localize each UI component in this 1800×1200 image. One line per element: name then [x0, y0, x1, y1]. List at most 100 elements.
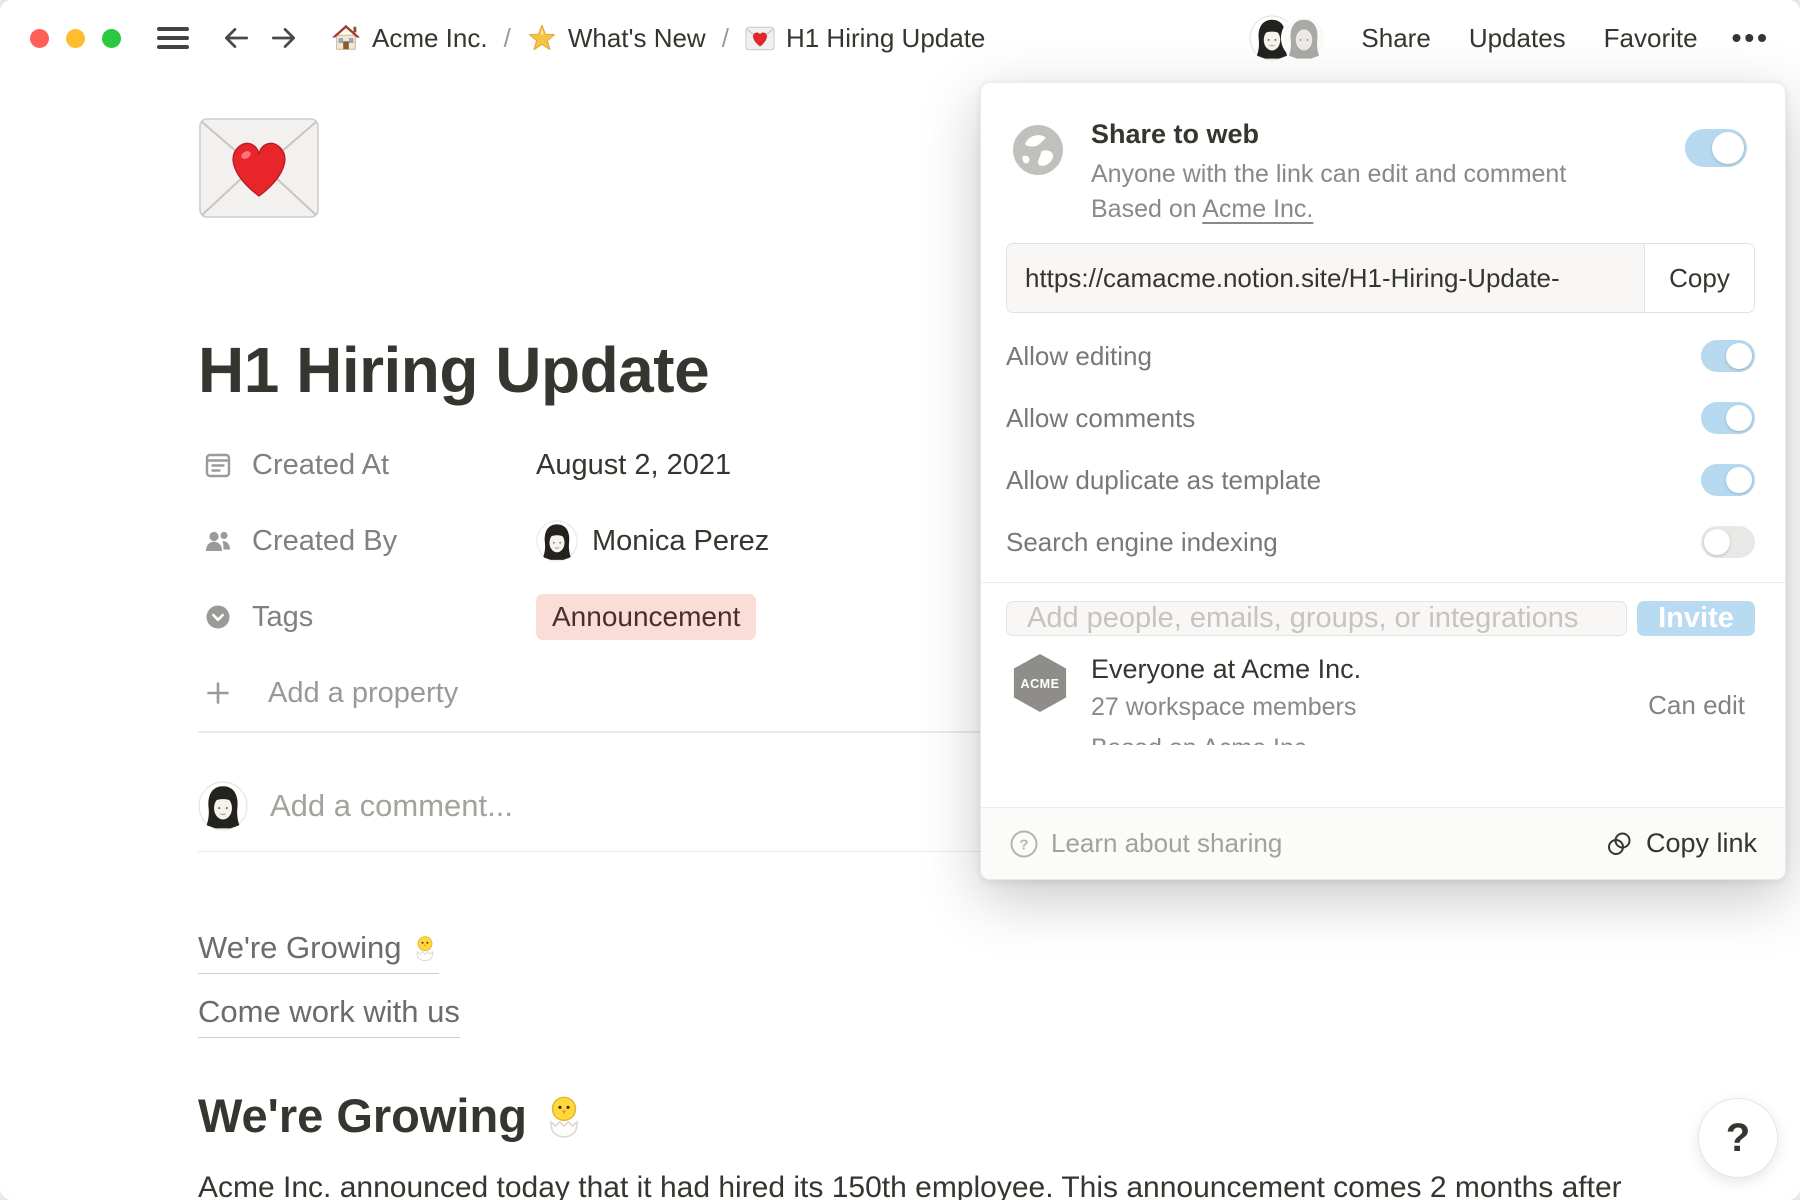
help-button[interactable]: ?	[1698, 1098, 1778, 1178]
favorite-button[interactable]: Favorite	[1604, 23, 1698, 54]
learn-about-sharing-label: Learn about sharing	[1051, 828, 1282, 859]
calendar-icon	[203, 450, 237, 480]
allow-comments-label: Allow comments	[1006, 403, 1195, 434]
breadcrumb-separator: /	[722, 23, 729, 54]
breadcrumb-label: What's New	[568, 23, 706, 54]
popover-footer: ? Learn about sharing Copy link	[981, 807, 1785, 879]
svg-text:ACME: ACME	[1021, 677, 1060, 691]
hatching-chick-icon	[541, 1093, 587, 1139]
search-indexing-row: Search engine indexing	[1006, 511, 1755, 573]
back-button[interactable]	[219, 21, 253, 55]
select-icon	[203, 602, 237, 632]
share-url-row: https://camacme.notion.site/H1-Hiring-Up…	[1006, 243, 1755, 313]
allow-duplicate-row: Allow duplicate as template	[1006, 449, 1755, 511]
page-link-come-work-with-us[interactable]: Come work with us	[198, 994, 460, 1038]
add-comment-input[interactable]: Add a comment...	[270, 788, 513, 824]
allow-editing-label: Allow editing	[1006, 341, 1152, 372]
permission-toggles: Allow editing Allow comments Allow dupli…	[1006, 325, 1755, 573]
body-paragraph[interactable]: Acme Inc. announced today that it had hi…	[198, 1167, 1660, 1200]
globe-icon	[1011, 123, 1065, 177]
page-link-label: Come work with us	[198, 994, 460, 1030]
copy-link-label: Copy link	[1646, 828, 1757, 859]
allow-duplicate-label: Allow duplicate as template	[1006, 465, 1321, 496]
share-popover: Share to web Anyone with the link can ed…	[980, 82, 1786, 880]
copy-link-icon	[1604, 829, 1634, 859]
group-members-count: 27 workspace members	[1091, 693, 1361, 722]
allow-duplicate-toggle[interactable]	[1701, 464, 1755, 496]
share-to-web-title: Share to web	[1091, 117, 1665, 151]
search-indexing-toggle[interactable]	[1701, 526, 1755, 558]
home-icon	[331, 23, 361, 53]
share-to-web-section: Share to web Anyone with the link can ed…	[981, 83, 1785, 227]
svg-text:?: ?	[1019, 836, 1028, 853]
share-to-web-subtitle: Anyone with the link can edit and commen…	[1091, 157, 1665, 192]
based-on-line: Based on Acme Inc.	[1091, 192, 1665, 227]
hatching-chick-icon	[411, 934, 439, 962]
invite-input[interactable]: Add people, emails, groups, or integrati…	[1006, 601, 1627, 636]
group-name: Everyone at Acme Inc.	[1091, 654, 1361, 685]
breadcrumb-label: Acme Inc.	[372, 23, 488, 54]
close-window-button[interactable]	[30, 29, 49, 48]
share-to-web-toggle[interactable]	[1685, 129, 1747, 167]
popover-divider	[981, 582, 1785, 583]
zoom-window-button[interactable]	[102, 29, 121, 48]
window-controls	[30, 29, 121, 48]
person-avatar	[536, 520, 578, 562]
add-property-label: Add a property	[268, 677, 458, 710]
group-permission-select[interactable]: Can edit	[1648, 690, 1745, 721]
more-options-icon[interactable]: •••	[1732, 22, 1770, 54]
learn-about-sharing-link[interactable]: ? Learn about sharing	[1009, 828, 1282, 859]
updates-button[interactable]: Updates	[1469, 23, 1566, 54]
page-icon-love-letter[interactable]	[198, 112, 320, 224]
plus-icon	[203, 678, 237, 708]
property-label: Tags	[252, 601, 536, 634]
acme-logo: ACME	[1011, 652, 1069, 714]
share-button[interactable]: Share	[1361, 23, 1430, 54]
invite-row: Add people, emails, groups, or integrati…	[1006, 601, 1755, 636]
based-on-prefix: Based on	[1091, 195, 1197, 223]
copy-url-button[interactable]: Copy	[1644, 244, 1754, 312]
property-value-date: August 2, 2021	[536, 449, 731, 482]
breadcrumb-item-whats-new[interactable]: What's New	[521, 19, 712, 58]
property-label: Created At	[252, 449, 536, 482]
allow-editing-row: Allow editing	[1006, 325, 1755, 387]
breadcrumb-item-current-page[interactable]: H1 Hiring Update	[739, 19, 991, 58]
share-url-input[interactable]: https://camacme.notion.site/H1-Hiring-Up…	[1007, 244, 1644, 312]
heading-label: We're Growing	[198, 1088, 527, 1143]
property-value-person: Monica Perez	[536, 520, 769, 562]
copy-link-button[interactable]: Copy link	[1604, 828, 1757, 859]
search-indexing-label: Search engine indexing	[1006, 527, 1278, 558]
current-user-avatar	[198, 781, 248, 831]
breadcrumb-item-workspace[interactable]: Acme Inc.	[325, 19, 494, 58]
avatar-stack[interactable]	[1249, 15, 1327, 61]
group-clipped-line: Based on Acme Inc.	[1091, 734, 1361, 745]
breadcrumb: Acme Inc. / What's New / H1 Hiring Updat…	[325, 19, 991, 58]
workspace-group-row[interactable]: ACME Everyone at Acme Inc. 27 workspace …	[1011, 652, 1745, 745]
tag-announcement[interactable]: Announcement	[536, 594, 756, 640]
property-value-tag: Announcement	[536, 594, 756, 640]
minimize-window-button[interactable]	[66, 29, 85, 48]
property-label: Created By	[252, 525, 536, 558]
breadcrumb-label: H1 Hiring Update	[786, 23, 985, 54]
invite-button[interactable]: Invite	[1637, 601, 1755, 636]
arrow-right-icon	[269, 23, 299, 53]
notion-window: Acme Inc. / What's New / H1 Hiring Updat…	[0, 0, 1800, 1200]
topbar-actions: Share Updates Favorite •••	[1249, 15, 1770, 61]
forward-button[interactable]	[267, 21, 301, 55]
person-name: Monica Perez	[592, 525, 769, 558]
love-letter-icon	[745, 25, 775, 52]
page-link-were-growing[interactable]: We're Growing	[198, 930, 439, 974]
allow-comments-toggle[interactable]	[1701, 402, 1755, 434]
breadcrumb-separator: /	[504, 23, 511, 54]
question-circle-icon: ?	[1009, 829, 1039, 859]
allow-editing-toggle[interactable]	[1701, 340, 1755, 372]
arrow-left-icon	[221, 23, 251, 53]
allow-comments-row: Allow comments	[1006, 387, 1755, 449]
star-icon	[527, 23, 557, 53]
menu-icon[interactable]	[157, 27, 189, 49]
based-on-workspace-link[interactable]: Acme Inc.	[1202, 195, 1313, 223]
heading-were-growing[interactable]: We're Growing	[198, 1088, 1660, 1143]
group-info: Everyone at Acme Inc. 27 workspace membe…	[1091, 652, 1361, 745]
page-link-blocks: We're Growing Come work with us	[198, 930, 1660, 1038]
collaborator-avatar	[1281, 15, 1327, 61]
